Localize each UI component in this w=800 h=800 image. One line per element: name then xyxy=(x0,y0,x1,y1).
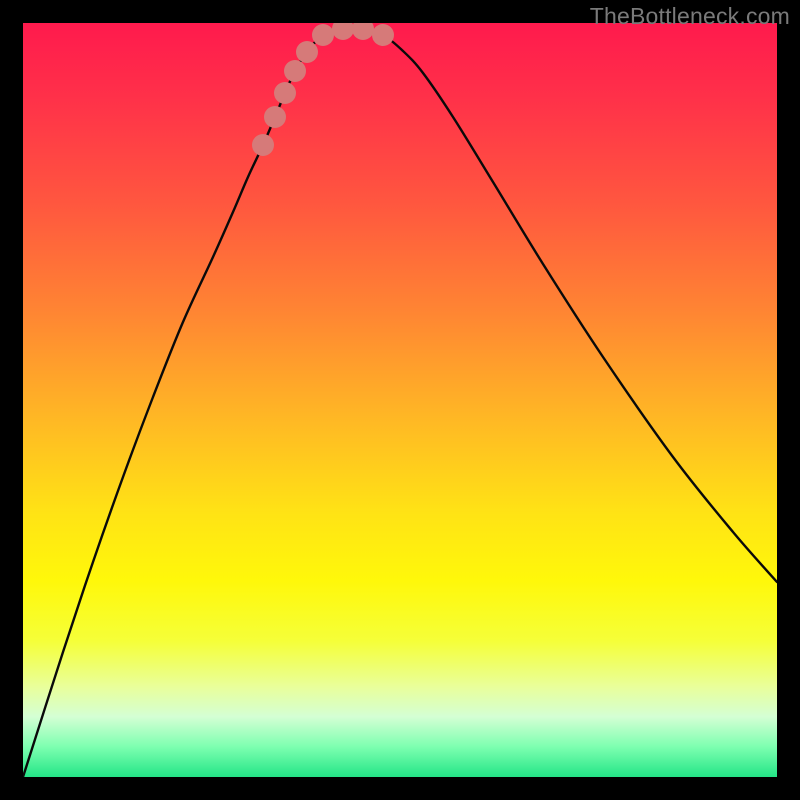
watermark-text: TheBottleneck.com xyxy=(590,3,790,30)
highlight-point xyxy=(274,82,296,104)
plot-area xyxy=(23,23,777,777)
highlight-point xyxy=(252,134,274,156)
chart-background xyxy=(23,23,777,777)
highlight-point xyxy=(284,60,306,82)
highlight-point xyxy=(296,41,318,63)
chart-svg xyxy=(23,23,777,777)
highlight-point xyxy=(372,24,394,46)
chart-frame: TheBottleneck.com xyxy=(0,0,800,800)
highlight-point xyxy=(312,24,334,46)
highlight-point xyxy=(264,106,286,128)
